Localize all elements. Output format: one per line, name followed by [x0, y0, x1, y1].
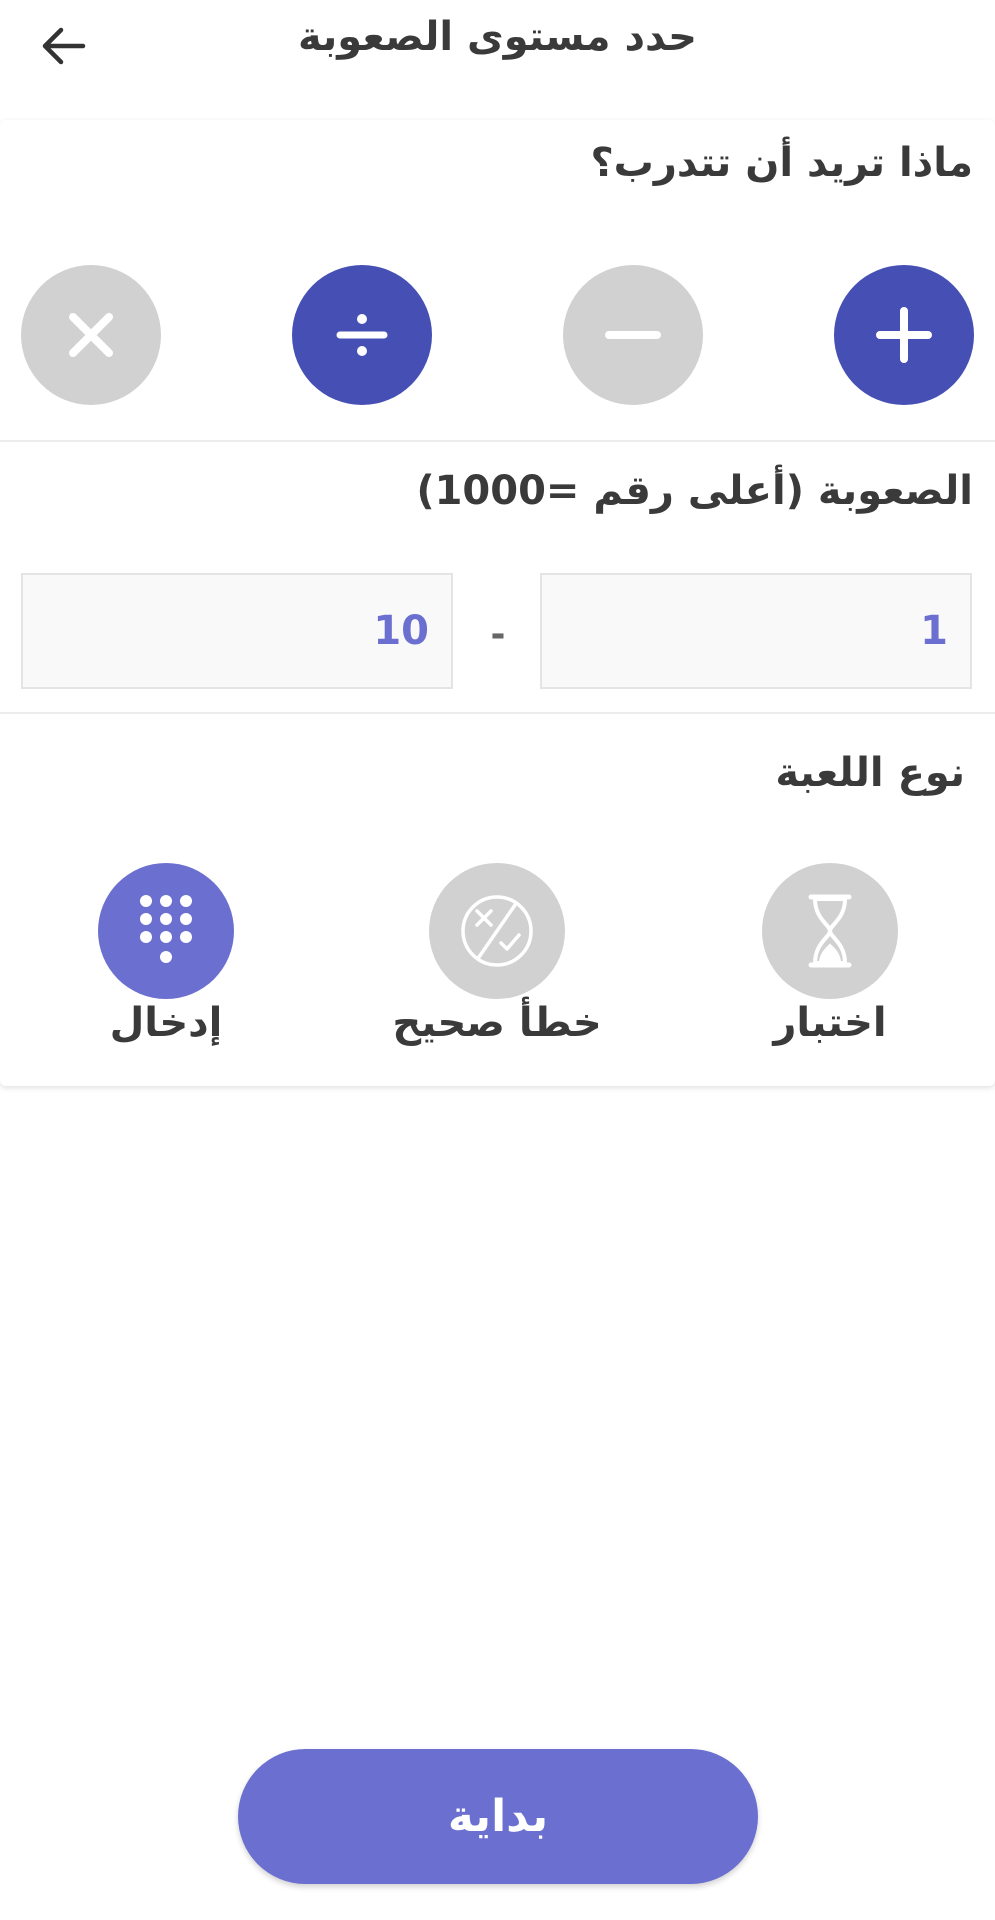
- difficulty-title: الصعوبة (أعلى رقم =1000): [416, 468, 973, 514]
- hourglass-icon: [808, 894, 852, 968]
- input-mode-label: إدخال: [109, 1000, 223, 1046]
- true-false-mode-label: خطأ صحيح: [392, 1000, 602, 1046]
- section-divider: [0, 440, 995, 442]
- max-number-input[interactable]: 10: [21, 573, 453, 689]
- section-divider: [0, 712, 995, 714]
- subtraction-toggle[interactable]: [563, 265, 703, 405]
- true-false-icon: [461, 895, 533, 967]
- divide-icon: [336, 314, 388, 356]
- game-type-title: نوع اللعبة: [775, 750, 965, 796]
- min-number-input[interactable]: 1: [540, 573, 972, 689]
- range-separator: -: [490, 614, 506, 655]
- test-mode-toggle[interactable]: [762, 863, 898, 999]
- true-false-mode-toggle[interactable]: [429, 863, 565, 999]
- operations-title: ماذا تريد أن تتدرب؟: [590, 140, 973, 186]
- multiply-icon: [69, 313, 113, 357]
- minus-icon: [605, 331, 661, 339]
- page-title: حدد مستوى الصعوبة: [298, 14, 697, 60]
- division-toggle[interactable]: [292, 265, 432, 405]
- multiplication-toggle[interactable]: [21, 265, 161, 405]
- keypad-icon: [140, 895, 192, 963]
- input-mode-toggle[interactable]: [98, 863, 234, 999]
- test-mode-label: اختبار: [773, 1000, 887, 1046]
- plus-icon: [876, 307, 932, 363]
- start-button[interactable]: بداية: [238, 1749, 758, 1884]
- addition-toggle[interactable]: [834, 265, 974, 405]
